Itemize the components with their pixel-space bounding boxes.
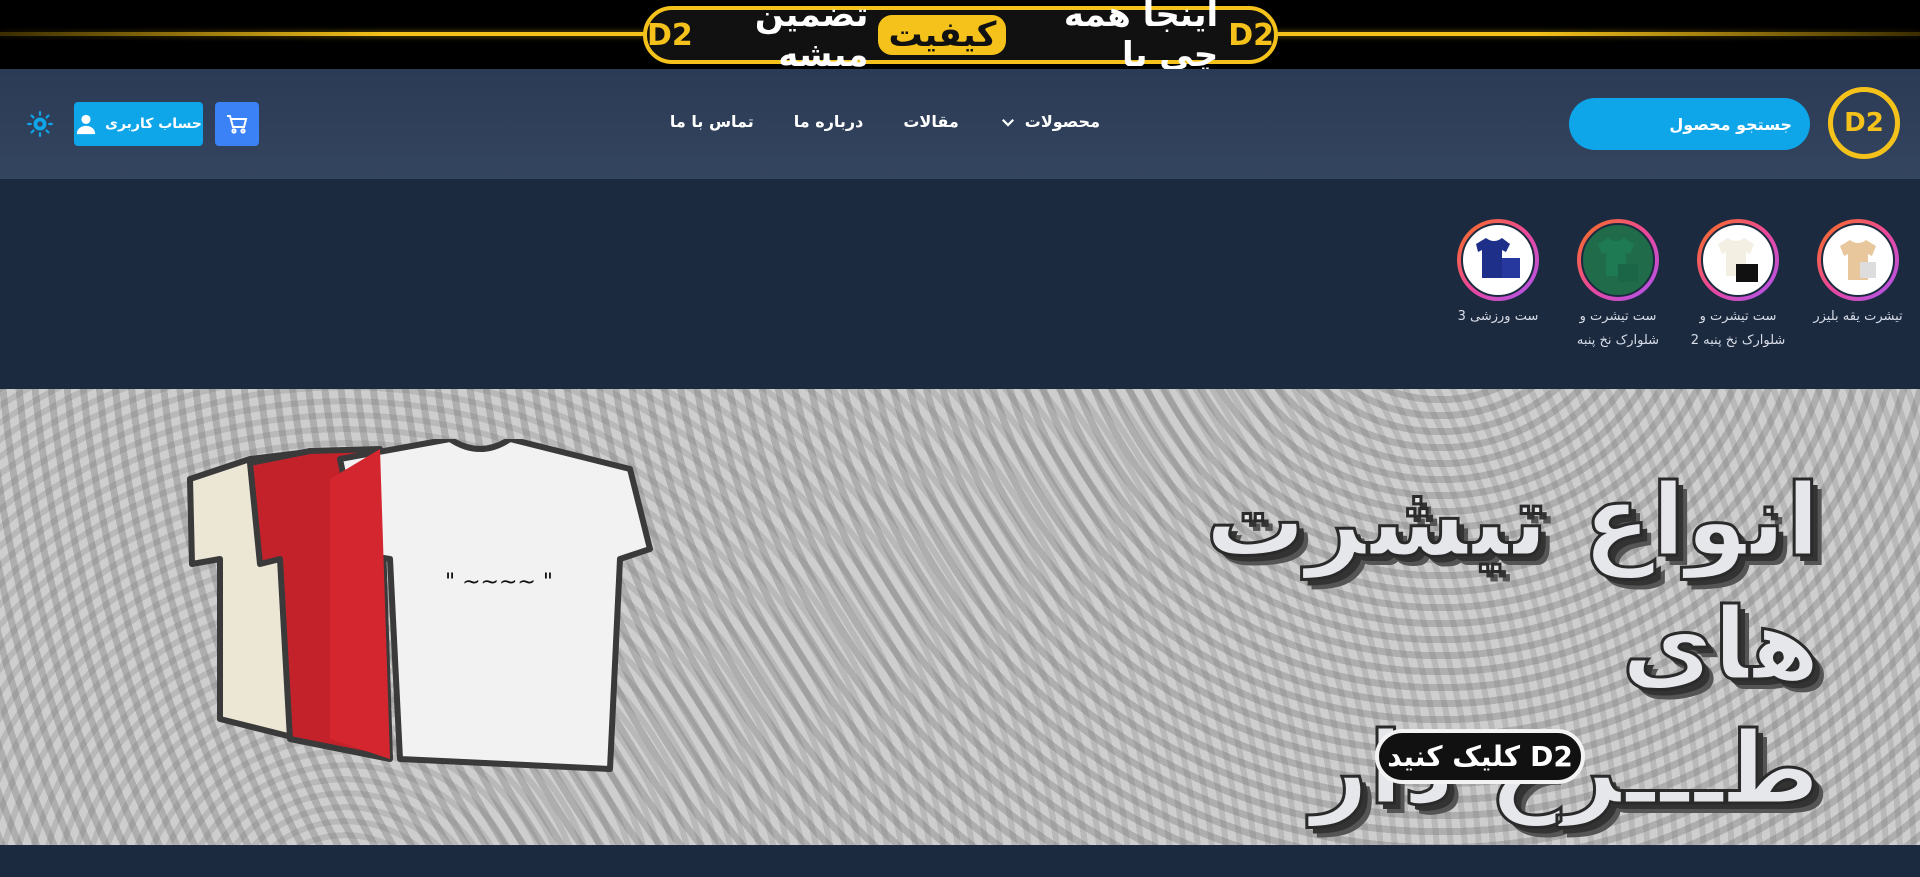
story-caption: تیشرت یقه بلیزر — [1798, 305, 1918, 329]
nav-about-label: درباره ما — [793, 112, 864, 131]
tshirt-thumb-icon — [1840, 240, 1876, 280]
promo-prefix: اینجا همه چی با — [1063, 0, 1219, 69]
hero-shirt-print: " ~~~~ " — [445, 570, 553, 595]
story-item[interactable]: ست ورزشی 3 — [1438, 219, 1558, 329]
tshirt-thumb-icon — [1718, 238, 1758, 282]
account-button[interactable]: حساب کاربری — [74, 102, 203, 146]
promo-logo-left: D2 — [647, 17, 693, 53]
nav-contact[interactable]: تماس با ما — [670, 112, 754, 131]
nav-products-label: محصولات — [1024, 112, 1100, 131]
site-logo-text: D2 — [1844, 108, 1884, 138]
tshirt-thumb-icon — [1476, 238, 1520, 278]
story-ring — [1457, 219, 1539, 301]
promo-highlight: کیفیت — [878, 15, 1007, 55]
story-thumbnail — [1821, 223, 1895, 297]
hero-tshirts-image: " ~~~~ " — [187, 439, 653, 772]
story-thumbnail — [1581, 223, 1655, 297]
user-icon — [76, 114, 96, 135]
search-input[interactable] — [1568, 114, 1792, 134]
story-item[interactable]: تیشرت یقه بلیزر — [1798, 219, 1918, 329]
promo-banner[interactable]: D2 اینجا همه چی با کیفیت تضمین میشه D2 — [0, 0, 1920, 69]
story-ring — [1817, 219, 1899, 301]
hero-cta-label: کلیک کنید — [1387, 740, 1521, 773]
promo-logo-right: D2 — [1228, 17, 1274, 53]
tshirt-thumb-icon — [1598, 238, 1638, 282]
story-ring — [1577, 219, 1659, 301]
story-caption-line2: شلوارک نخ پنبه 2 — [1690, 333, 1786, 348]
nav-products[interactable]: محصولات — [999, 112, 1100, 131]
nav-about[interactable]: درباره ما — [794, 112, 864, 131]
story-ring — [1697, 219, 1779, 301]
nav-articles-label: مقالات — [903, 112, 959, 131]
hero-banner[interactable]: " ~~~~ " انواع تیشرت های طـــرح دار D2 ک… — [0, 389, 1920, 845]
nav-articles[interactable]: مقالات — [903, 112, 958, 131]
story-caption-line1: تیشرت یقه بلیزر — [1813, 309, 1903, 324]
story-caption-line1: ست ورزشی 3 — [1457, 309, 1539, 324]
hero-cta-button[interactable]: D2 کلیک کنید — [1375, 729, 1585, 784]
account-label: حساب کاربری — [105, 116, 202, 132]
story-caption-line2: شلوارک نخ پنبه — [1576, 333, 1660, 348]
story-caption-line1: ست تیشرت و — [1579, 309, 1657, 324]
story-thumbnail — [1461, 223, 1535, 297]
sun-icon[interactable] — [27, 111, 53, 137]
story-caption: ست ورزشی 3 — [1438, 305, 1558, 329]
site-header: D2 محصولات مقالات درباره ما تماس با ما ح… — [0, 69, 1920, 179]
cart-button[interactable] — [215, 102, 259, 146]
story-caption-line1: ست تیشرت و — [1699, 309, 1777, 324]
promo-suffix: تضمین میشه — [754, 0, 869, 69]
chevron-down-icon — [1001, 118, 1014, 127]
hero-cta-logo: D2 — [1530, 740, 1573, 773]
main-nav: محصولات مقالات درباره ما تماس با ما — [670, 112, 1100, 131]
hero-title-line1: انواع تیشرت های — [1204, 461, 1822, 705]
story-item[interactable]: ست تیشرت و شلوارک نخ پنبه 2 — [1678, 219, 1798, 353]
nav-contact-label: تماس با ما — [669, 112, 754, 131]
promo-pill: D2 اینجا همه چی با کیفیت تضمین میشه D2 — [643, 0, 1278, 69]
story-caption: ست تیشرت و شلوارک نخ پنبه 2 — [1678, 305, 1798, 353]
page-bottom-strip — [0, 845, 1920, 877]
story-thumbnail — [1701, 223, 1775, 297]
story-caption: ست تیشرت و شلوارک نخ پنبه — [1558, 305, 1678, 353]
stories-row: تیشرت یقه بلیزر ست تیشرت و شلوارک نخ پنبه… — [0, 179, 1920, 389]
site-logo[interactable]: D2 — [1828, 87, 1900, 159]
story-item[interactable]: ست تیشرت و شلوارک نخ پنبه — [1558, 219, 1678, 353]
search-box[interactable] — [1568, 98, 1810, 150]
cart-icon — [227, 115, 248, 134]
